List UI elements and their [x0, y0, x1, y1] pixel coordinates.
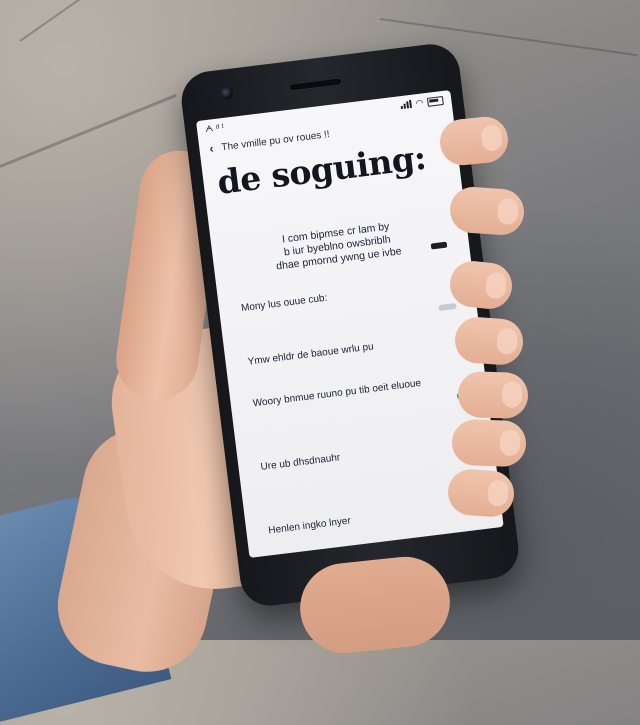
intro-toggle-indicator[interactable]	[430, 241, 448, 250]
back-arrow-icon[interactable]: ‹	[209, 141, 215, 155]
setting-row-label[interactable]: Mony lus ouue cub:	[241, 293, 328, 314]
wifi-icon: ◠	[414, 96, 424, 108]
signal-icon	[400, 99, 413, 110]
finger	[451, 418, 527, 468]
earpiece-speaker	[288, 77, 343, 92]
finger	[457, 370, 529, 420]
setting-row-label[interactable]: Ure ub dhsdnauhr	[260, 452, 341, 473]
setting-row-label[interactable]: Ymw ehldr de baoue wrlu pu	[247, 341, 374, 367]
setting-row-label[interactable]: Henlen ingko lnyer	[268, 515, 352, 536]
front-camera-icon	[220, 86, 234, 100]
setting-row-label[interactable]: Woory bnmue ruuno pu tib oeit eluoue	[252, 378, 421, 410]
setting-toggle[interactable]	[438, 302, 457, 312]
intro-text: I com bipmse cr lam by b iur byeblno ows…	[251, 217, 424, 276]
finger	[453, 315, 525, 367]
pavement-crack	[0, 93, 177, 168]
status-icons: ◠	[400, 94, 444, 110]
finger	[446, 467, 516, 519]
finger	[437, 114, 511, 168]
pavement-crack	[19, 0, 144, 42]
battery-icon	[426, 95, 444, 107]
finger	[448, 185, 526, 237]
status-time: ᗅ ᵈ ᵗ	[204, 121, 225, 134]
